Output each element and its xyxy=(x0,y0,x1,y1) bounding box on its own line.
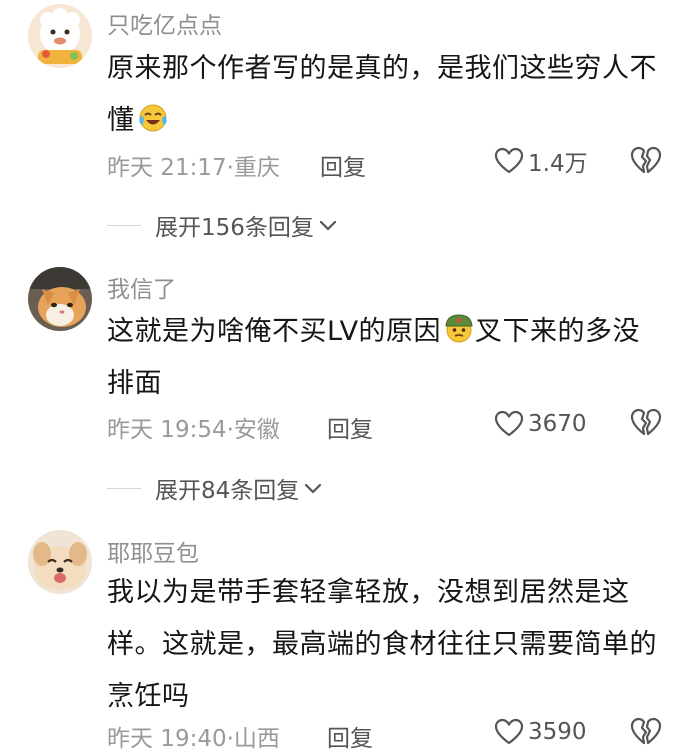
comment-time: 昨天 19:40 xyxy=(107,726,227,752)
meta-separator: · xyxy=(226,726,234,752)
comment-time: 昨天 19:54 xyxy=(107,417,227,443)
username[interactable]: 我信了 xyxy=(107,270,176,304)
like-button[interactable]: 1.4万 xyxy=(494,145,588,177)
avatar[interactable] xyxy=(28,267,92,331)
broken-heart-icon xyxy=(630,408,662,436)
like-button[interactable]: 3590 xyxy=(494,716,587,748)
comment-meta: 昨天 19:40·山西 xyxy=(107,719,280,753)
comment-time: 昨天 21:17 xyxy=(107,155,227,181)
meta-separator: · xyxy=(226,417,234,443)
like-button[interactable]: 3670 xyxy=(494,408,587,440)
dislike-button[interactable] xyxy=(630,408,664,440)
broken-heart-icon xyxy=(630,717,662,745)
avatar[interactable] xyxy=(28,530,92,594)
tears-of-joy-icon xyxy=(137,101,169,133)
username[interactable]: 只吃亿点点 xyxy=(107,6,222,40)
comment-text-body: 这就是为啥俺不买LV的原因 xyxy=(107,316,442,347)
divider-line xyxy=(107,224,141,226)
dislike-button[interactable] xyxy=(630,717,664,749)
soldier-thinking-icon xyxy=(443,312,475,344)
comment-text: 这就是为啥俺不买LV的原因 叉下来的多没排面 xyxy=(107,306,667,410)
heart-icon xyxy=(494,718,524,745)
heart-icon xyxy=(494,410,524,437)
comment-text-body: 原来那个作者写的是真的，是我们这些穷人不懂 xyxy=(107,53,657,136)
expand-replies-button[interactable]: 展开84条回复 xyxy=(107,473,323,504)
avatar[interactable] xyxy=(28,4,92,68)
username[interactable]: 耶耶豆包 xyxy=(107,534,199,568)
reply-button[interactable]: 回复 xyxy=(327,410,373,444)
comment-meta: 昨天 21:17·重庆 xyxy=(107,148,280,182)
expand-replies-label: 展开156条回复 xyxy=(155,215,314,241)
reply-button[interactable]: 回复 xyxy=(327,719,373,753)
heart-icon xyxy=(494,147,524,174)
comment-text: 原来那个作者写的是真的，是我们这些穷人不懂 xyxy=(107,43,667,147)
dislike-button[interactable] xyxy=(630,146,664,178)
expand-replies-button[interactable]: 展开156条回复 xyxy=(107,210,338,241)
comment-meta: 昨天 19:54·安徽 xyxy=(107,410,280,444)
like-count: 1.4万 xyxy=(528,151,588,177)
comment-text-body: 我以为是带手套轻拿轻放，没想到居然是这样。这就是，最高端的食材往往只需要简单的烹… xyxy=(107,577,657,712)
comment-location: 重庆 xyxy=(233,155,280,181)
chevron-down-icon xyxy=(319,220,337,231)
comment-location: 山西 xyxy=(233,726,280,752)
expand-replies-label: 展开84条回复 xyxy=(155,478,300,504)
chevron-down-icon xyxy=(305,483,322,494)
comment-location: 安徽 xyxy=(233,417,280,443)
like-count: 3670 xyxy=(528,411,587,437)
broken-heart-icon xyxy=(630,146,662,174)
like-count: 3590 xyxy=(528,719,587,745)
comment-text: 我以为是带手套轻拿轻放，没想到居然是这样。这就是，最高端的食材往往只需要简单的烹… xyxy=(107,567,667,723)
divider-line xyxy=(107,487,141,489)
reply-button[interactable]: 回复 xyxy=(320,148,366,182)
meta-separator: · xyxy=(226,155,234,181)
